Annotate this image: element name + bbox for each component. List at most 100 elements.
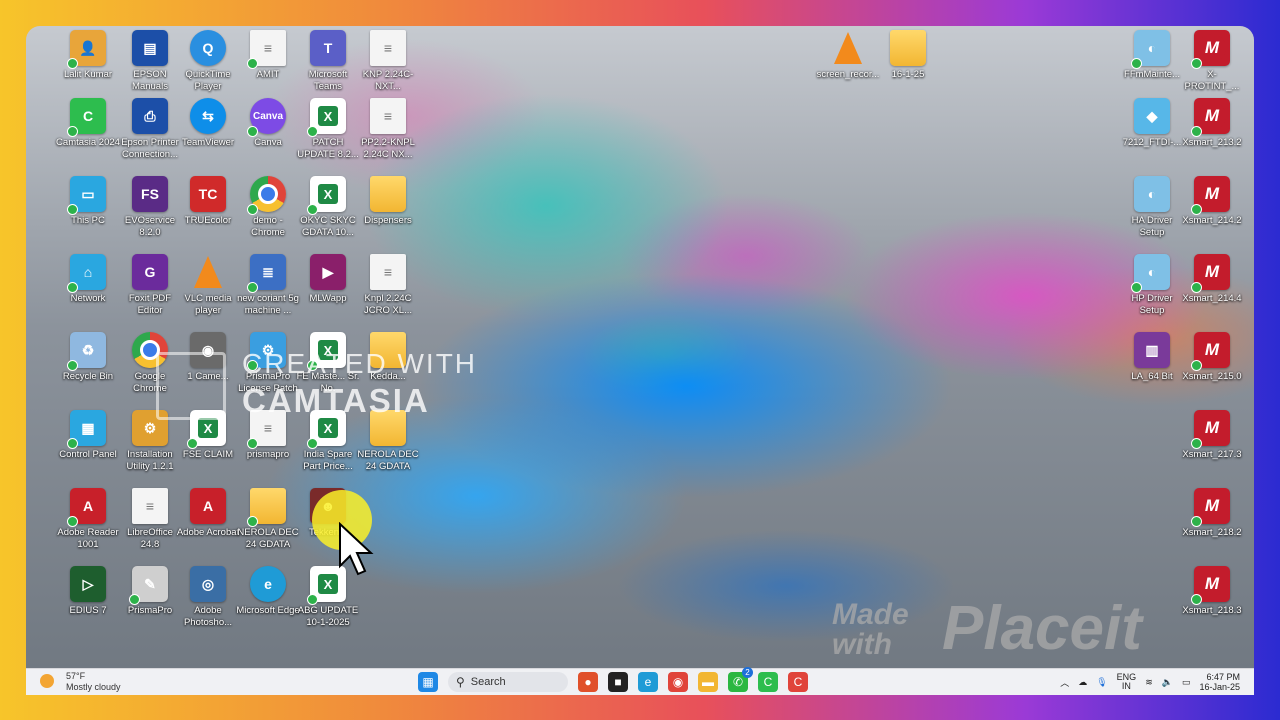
desktop-icon[interactable]: ▷ EDIUS 7: [56, 566, 120, 644]
desktop-icon[interactable]: X India Spare Part Price...: [296, 410, 360, 488]
desktop-icon[interactable]: ≡ PP2.2-KNPL 2.24C NX...: [356, 98, 420, 176]
sync-status-icon: [247, 58, 258, 69]
sync-status-icon: [67, 438, 78, 449]
desktop-icon[interactable]: demo - Chrome: [236, 176, 300, 254]
weather-temp: 57°F: [66, 671, 86, 681]
desktop-icon-label: X-PROTINT_...: [1184, 69, 1240, 92]
desktop-icon[interactable]: TC TRUEcolor: [176, 176, 240, 254]
desktop-icon[interactable]: Dispensers: [356, 176, 420, 254]
desktop-icon[interactable]: e Microsoft Edge: [236, 566, 300, 644]
chrome-icon[interactable]: ◉: [668, 672, 688, 692]
desktop-icon[interactable]: M Xsmart_214.4: [1180, 254, 1244, 332]
desktop-icon-label: Epson Printer Connection...: [121, 137, 179, 160]
desktop-icon[interactable]: Canva Canva: [236, 98, 300, 176]
desktop-icon-label: Xsmart_215.0: [1182, 371, 1242, 382]
desktop-icon[interactable]: NEROLA DEC 24 GDATA: [356, 410, 420, 488]
desktop-icon[interactable]: ⌂ Network: [56, 254, 120, 332]
sync-status-icon: [187, 438, 198, 449]
clock-date: 16-Jan-25: [1199, 682, 1240, 692]
sync-status-icon: [67, 360, 78, 371]
desktop-icon[interactable]: X OKYC SKYC GDATA 10...: [296, 176, 360, 254]
desktop-icon[interactable]: M Xsmart_214.2: [1180, 176, 1244, 254]
camtasia-logo-icon: [156, 352, 226, 420]
desktop-icon[interactable]: ♻ Recycle Bin: [56, 332, 120, 410]
weather-widget[interactable]: 57°F Mostly cloudy: [40, 671, 121, 693]
desktop-icon[interactable]: ≡ Knpl 2.24C JCRO XL...: [356, 254, 420, 332]
start-button[interactable]: ▦: [418, 672, 438, 692]
desktop-icon[interactable]: ◐ HP Driver Setup: [1120, 254, 1184, 332]
desktop-icon[interactable]: ◎ Adobe Photosho...: [176, 566, 240, 644]
desktop-icon[interactable]: ▭ This PC: [56, 176, 120, 254]
camtasia-recorder-icon[interactable]: C: [788, 672, 808, 692]
file-explorer-icon[interactable]: ▬: [698, 672, 718, 692]
desktop-icon[interactable]: ≡ AMIT: [236, 30, 300, 108]
vlc-icon: [190, 254, 226, 290]
onedrive-icon[interactable]: ☁: [1078, 677, 1087, 688]
desktop-icon[interactable]: ◐ HA Driver Setup: [1120, 176, 1184, 254]
sync-status-icon: [307, 594, 318, 605]
database-icon: ≣: [247, 254, 286, 293]
desktop-icon[interactable]: M Xsmart_215.0: [1180, 332, 1244, 410]
desktop-icon[interactable]: X PATCH UPDATE 8.2...: [296, 98, 360, 176]
volume-icon[interactable]: 🔈: [1162, 677, 1173, 688]
desktop[interactable]: 👤 Lalit Kumar ▤ EPSON Manuals Q QuickTime Pla…: [26, 26, 1254, 694]
desktop-icon[interactable]: NEROLA DEC 24 GDATA: [236, 488, 300, 566]
camtasia-icon: C: [67, 98, 106, 137]
desktop-icon[interactable]: A Adobe Acrobat: [176, 488, 240, 566]
battery-icon[interactable]: ▭: [1182, 677, 1191, 688]
desktop-icon[interactable]: ▶ MLWapp: [296, 254, 360, 332]
desktop-icon[interactable]: Q QuickTime Player: [176, 30, 240, 108]
desktop-icon[interactable]: ≣ new coriant 5g machine ...: [236, 254, 300, 332]
desktop-icon[interactable]: ⎙ Epson Printer Connection...: [118, 98, 182, 176]
desktop-icon[interactable]: ▦ Control Panel: [56, 410, 120, 488]
desktop-icon[interactable]: C Camtasia 2024: [56, 98, 120, 176]
microphone-icon[interactable]: 🎙: [1096, 677, 1107, 688]
desktop-icon[interactable]: ✎ PrismaPro: [118, 566, 182, 644]
desktop-icon[interactable]: G Foxit PDF Editor: [118, 254, 182, 332]
desktop-icon[interactable]: M Xsmart_217.3: [1180, 410, 1244, 488]
desktop-icon[interactable]: T Microsoft Teams: [296, 30, 360, 108]
desktop-icon[interactable]: 16-1-25: [876, 30, 940, 108]
black-app-icon[interactable]: ■: [608, 672, 628, 692]
desktop-icon[interactable]: ▤ EPSON Manuals: [118, 30, 182, 108]
desktop-icon-label: FFmMainte...: [1124, 69, 1180, 80]
sync-status-icon: [1131, 282, 1142, 293]
desktop-icon-label: EDIUS 7: [69, 605, 107, 616]
desktop-icon-label: Xsmart_213.2: [1182, 137, 1242, 148]
desktop-icon[interactable]: ▥ LA_64 Bit: [1120, 332, 1184, 410]
sync-status-icon: [1191, 360, 1202, 371]
desktop-icon[interactable]: ≡ LibreOffice 24.8: [118, 488, 182, 566]
file-icon: ≡: [247, 30, 286, 69]
desktop-icon[interactable]: X FSE CLAIM: [176, 410, 240, 488]
disk-icon: ◐: [1131, 30, 1170, 69]
desktop-icon[interactable]: FS EVOservice 8.2.0: [118, 176, 182, 254]
desktop-icon[interactable]: ≡ prismapro: [236, 410, 300, 488]
desktop-icon[interactable]: ⚙ Installation Utility 1.2.1: [118, 410, 182, 488]
whatsapp-icon[interactable]: ✆ 2: [728, 667, 753, 692]
desktop-icon-label: AMIT: [256, 69, 280, 80]
game-icon[interactable]: ●: [578, 672, 598, 692]
desktop-icon[interactable]: VLC media player: [176, 254, 240, 332]
desktop-icon[interactable]: M Xsmart_218.2: [1180, 488, 1244, 566]
desktop-icon[interactable]: screen_recor...: [816, 30, 880, 108]
camtasia-icon[interactable]: C: [758, 672, 778, 692]
desktop-icon[interactable]: 👤 Lalit Kumar: [56, 30, 120, 108]
desktop-icon[interactable]: M X-PROTINT_...: [1180, 30, 1244, 108]
evoservice-icon: FS: [132, 176, 168, 212]
desktop-icon[interactable]: A Adobe Reader 1001: [56, 488, 120, 566]
desktop-icon[interactable]: M Xsmart_213.2: [1180, 98, 1244, 176]
wifi-icon[interactable]: ≋: [1145, 677, 1153, 688]
language-indicator[interactable]: ENG IN: [1117, 673, 1137, 691]
desktop-icon[interactable]: ⇆ TeamViewer: [176, 98, 240, 176]
desktop-icon[interactable]: ◐ FFmMainte...: [1120, 30, 1184, 108]
search-box[interactable]: ⚲ Search: [448, 672, 568, 692]
edge-icon[interactable]: e: [638, 672, 658, 692]
installer-icon: ◆: [1134, 98, 1170, 134]
chrome-icon: [247, 176, 286, 215]
tray-overflow-icon[interactable]: ︿: [1060, 676, 1069, 689]
clock[interactable]: 6:47 PM 16-Jan-25: [1199, 672, 1240, 692]
epson-printer-icon: ⎙: [132, 98, 168, 134]
desktop-icon[interactable]: ≡ KNP 2.24C-NXT...: [356, 30, 420, 108]
desktop-icon[interactable]: ◆ 7212_FTDI-...: [1120, 98, 1184, 176]
teams-icon: T: [310, 30, 346, 66]
